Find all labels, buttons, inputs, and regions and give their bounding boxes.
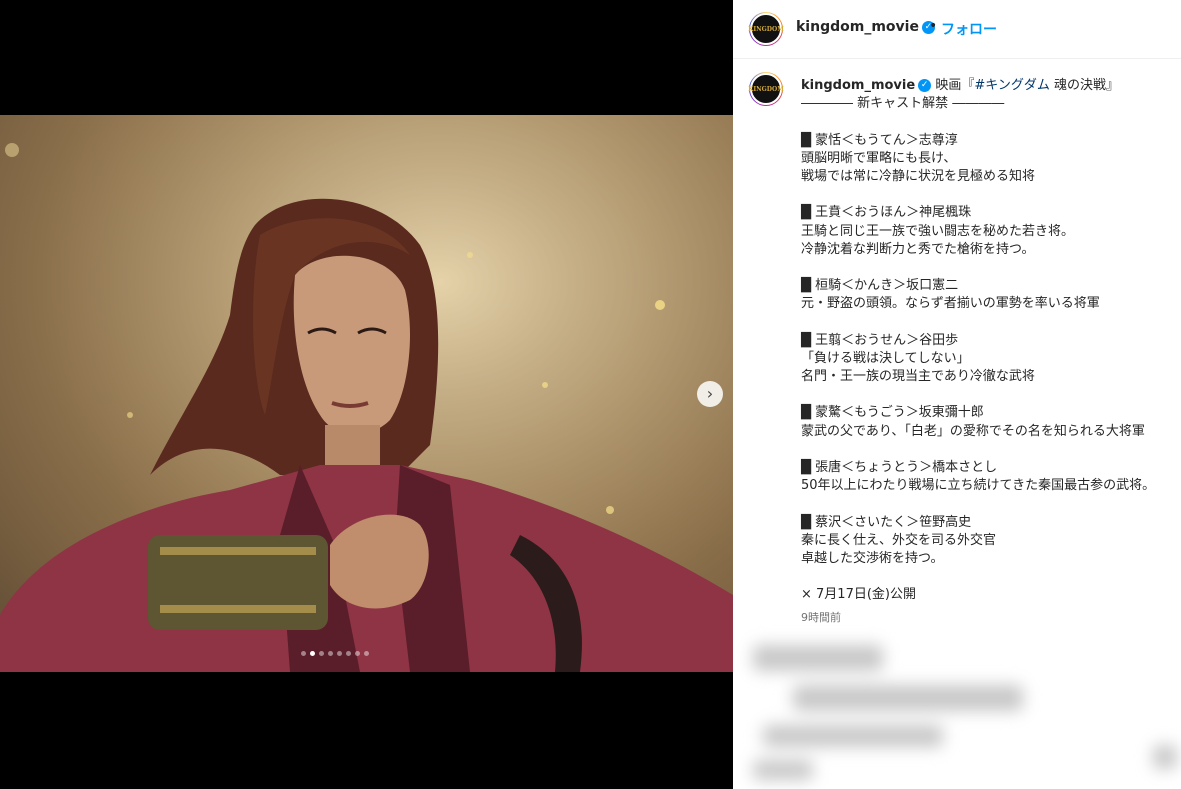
caption-text: 映画『 xyxy=(935,78,975,93)
carousel-dot xyxy=(301,651,306,656)
caption-first-line: kingdom_movie ✓ 映画『#キングダム 魂の決戦』 xyxy=(801,77,1173,95)
caption-line: × 7月17日(金)公開 xyxy=(801,587,916,603)
carousel-dot xyxy=(319,651,324,656)
caption-line xyxy=(801,441,1173,459)
caption-line: █ 蔡沢＜さいたく＞笹野高史 xyxy=(801,514,972,530)
caption-line xyxy=(801,495,1173,513)
carousel-dot xyxy=(346,651,351,656)
verified-badge-icon: ✓ xyxy=(918,79,932,92)
post-side-panel: KINGDOM kingdom_movie ✓ • フォロー KINGDOM ki… xyxy=(733,0,1181,789)
caption-line: █ 王翦＜おうせん＞谷田歩 xyxy=(801,332,959,348)
post-modal: › KINGDOM kingdom_movie ✓ • フォロー KINGDOM… xyxy=(0,0,1181,789)
avatar-image: KINGDOM xyxy=(748,13,784,45)
avatar-logo-text: KINGDOM xyxy=(748,85,784,93)
caption-line: ―――― 新キャスト解禁 ―――― xyxy=(801,96,1005,112)
caption-line: █ 王賁＜おうほん＞神尾楓珠 xyxy=(801,205,972,221)
carousel-next-button[interactable]: › xyxy=(697,381,723,407)
post-photo[interactable] xyxy=(0,115,733,672)
caption-line: 王騎と同じ王一族で強い闘志を秘めた若き将。 xyxy=(801,223,1075,239)
avatar-logo-text: KINGDOM xyxy=(748,25,784,33)
hashtag-link[interactable]: #キングダム xyxy=(974,78,1050,93)
caption-line: 戦場では常に冷静に状況を見極める知将 xyxy=(801,168,1036,184)
carousel-dot xyxy=(355,651,360,656)
caption-line: 秦に長く仕え、外交を司る外交官 xyxy=(801,532,997,548)
caption-line: █ 張唐＜ちょうとう＞橋本さとし xyxy=(801,459,998,475)
caption-username[interactable]: kingdom_movie xyxy=(801,78,915,93)
carousel-dot xyxy=(328,651,333,656)
caption-line: █ 蒙驁＜もうごう＞坂東彌十郎 xyxy=(801,405,984,421)
post-timestamp[interactable]: 9時間前 xyxy=(801,609,841,625)
caption-line xyxy=(801,386,1173,404)
caption-text: 魂の決戦』 xyxy=(1049,78,1119,93)
caption-line xyxy=(801,313,1173,331)
chevron-right-icon: › xyxy=(706,384,714,403)
header-username[interactable]: kingdom_movie xyxy=(796,19,919,35)
caption-line: 頭脳明晰で軍略にも長け、 xyxy=(801,150,957,166)
carousel-dot xyxy=(364,651,369,656)
caption-line: 蒙武の父であり、「白老」の愛称でその名を知られる大将軍 xyxy=(801,423,1145,439)
caption-line: 「負ける戦は決してしない」 xyxy=(801,350,970,366)
caption-line xyxy=(801,568,1173,586)
blurred-comments-area xyxy=(733,630,1181,789)
caption-line xyxy=(801,186,1173,204)
caption-line: 名門・王一族の現当主であり冷徹な武将 xyxy=(801,369,1035,384)
media-panel: › xyxy=(0,0,733,789)
caption-line: 50年以上にわたり戦場に立ち続けてきた秦国最古参の武将。 xyxy=(801,478,1156,494)
header-separator: • xyxy=(929,18,938,34)
avatar-image: KINGDOM xyxy=(748,73,784,105)
carousel-dot xyxy=(337,651,342,656)
carousel-indicator xyxy=(301,651,369,656)
caption-line xyxy=(801,113,1173,131)
caption-line: 冷静沈着な判断力と秀でた槍術を持つ。 xyxy=(801,241,1035,257)
carousel-dot-active xyxy=(310,651,315,656)
caption-line: 元・野盗の頭領。ならず者揃いの軍勢を率いる将軍 xyxy=(801,296,1100,312)
photo-illustration xyxy=(0,115,733,672)
header-username-row: kingdom_movie ✓ xyxy=(796,19,935,35)
post-header: KINGDOM kingdom_movie ✓ • フォロー xyxy=(733,0,1181,59)
caption-line: █ 蒙恬＜もうてん＞志尊淳 xyxy=(801,132,958,148)
follow-button[interactable]: フォロー xyxy=(941,19,997,39)
post-caption: kingdom_movie ✓ 映画『#キングダム 魂の決戦』 ―――― 新キャス… xyxy=(801,77,1173,604)
avatar[interactable]: KINGDOM xyxy=(748,12,784,46)
caption-line: 卓越した交渉術を持つ。 xyxy=(801,550,944,566)
caption-line xyxy=(801,259,1173,277)
caption-avatar[interactable]: KINGDOM xyxy=(748,72,784,106)
caption-line: █ 桓騎＜かんき＞坂口憲二 xyxy=(801,278,959,294)
